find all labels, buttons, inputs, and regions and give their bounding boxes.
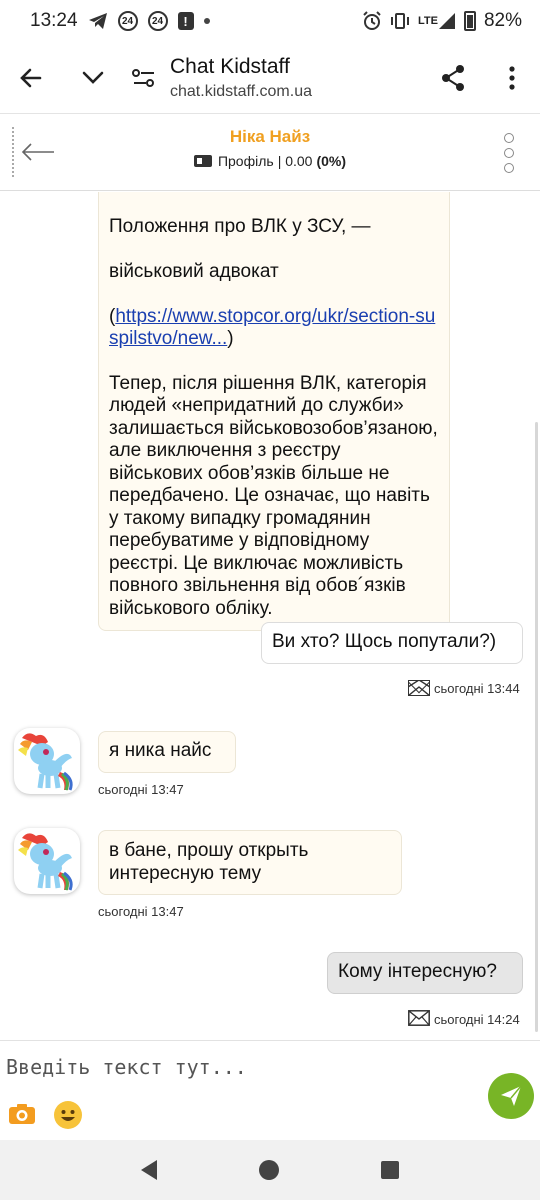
message-timestamp: сьогодні 13:47 xyxy=(98,782,184,797)
back-button[interactable] xyxy=(0,42,62,114)
minimize-button[interactable] xyxy=(62,42,124,114)
message-bubble-incoming: Положення про ВЛК у ЗСУ, — військовий ад… xyxy=(98,192,450,631)
menu-button[interactable] xyxy=(484,42,540,114)
message-text: я ника найс xyxy=(109,740,212,761)
chevron-down-icon xyxy=(82,71,104,84)
battery-icon xyxy=(463,11,476,31)
message-text: Тепер, після рішення ВЛК, категорія люде… xyxy=(109,372,438,619)
smiley-icon xyxy=(55,1102,81,1128)
envelope-open-icon xyxy=(408,680,430,696)
camera-button[interactable] xyxy=(8,1103,36,1125)
chat-options-button[interactable] xyxy=(502,133,516,173)
contact-name[interactable]: Ніка Найз xyxy=(0,127,540,147)
camera-icon xyxy=(9,1104,35,1124)
message-bubble-incoming: в бане, прошу открыть интересную тему xyxy=(98,830,402,895)
chat-header: Ніка Найз Профіль | 0.00 (0%) xyxy=(0,115,540,191)
more-vertical-icon xyxy=(509,65,515,90)
arrow-left-icon xyxy=(20,68,42,87)
system-navigation-bar xyxy=(0,1140,540,1200)
more-notifications-dot-icon xyxy=(203,18,210,24)
id-card-icon xyxy=(193,155,212,167)
message-text: в бане, прошу открыть интересную тему xyxy=(109,840,309,884)
send-button[interactable] xyxy=(488,1073,534,1119)
rating-percent: (0%) xyxy=(316,153,347,169)
avatar[interactable] xyxy=(14,828,80,894)
nav-recents-button[interactable] xyxy=(381,1161,399,1179)
rating-value: | 0.00 xyxy=(277,153,313,169)
nav-home-button[interactable] xyxy=(259,1160,279,1180)
message-timestamp: сьогодні 13:44 xyxy=(408,680,520,696)
message-composer xyxy=(0,1040,540,1140)
envelope-icon xyxy=(408,1010,430,1029)
article-link[interactable]: https://www.stopcor.org/ukr/section-susp… xyxy=(109,306,435,350)
share-button[interactable] xyxy=(422,42,484,114)
message-bubble-outgoing: Кому інтересную? xyxy=(327,952,523,994)
pony-avatar-icon xyxy=(18,733,73,791)
telegram-icon xyxy=(88,12,108,30)
browser-toolbar: Chat Kidstaff chat.kidstaff.com.ua xyxy=(0,42,540,114)
battery-percent: 82% xyxy=(483,10,522,31)
nav-back-button[interactable] xyxy=(141,1160,157,1180)
message-list[interactable]: Положення про ВЛК у ЗСУ, — військовий ад… xyxy=(0,192,540,1040)
vibrate-icon xyxy=(390,12,410,30)
message-input[interactable] xyxy=(6,1049,466,1085)
page-title: Chat Kidstaff xyxy=(170,54,290,78)
page-url: chat.kidstaff.com.ua xyxy=(170,82,312,100)
emoji-button[interactable] xyxy=(54,1101,82,1129)
message-bubble-outgoing: Ви хто? Щось попутали?) xyxy=(261,622,523,664)
share-icon xyxy=(442,64,464,91)
profile-link[interactable]: Профіль xyxy=(218,153,274,169)
message-text-line: військовий адвокат xyxy=(109,260,279,282)
dot-icon xyxy=(504,163,514,173)
scrollbar[interactable] xyxy=(535,422,538,1032)
message-text: Ви хто? Щось попутали?) xyxy=(272,631,497,652)
avatar[interactable] xyxy=(14,728,80,794)
tune-icon xyxy=(132,68,154,87)
alert-icon: ! xyxy=(177,12,194,30)
message-text-line: Положення про ВЛК у ЗСУ, — xyxy=(109,215,371,237)
page-title-area[interactable]: Chat Kidstaff chat.kidstaff.com.ua xyxy=(164,55,422,101)
contact-profile-line: Профіль | 0.00 (0%) xyxy=(0,153,540,169)
notification-badge-icon: 24 xyxy=(147,11,168,31)
message-text: Кому інтересную? xyxy=(338,961,497,982)
lte-signal-icon: LTE xyxy=(418,12,456,30)
pony-avatar-icon xyxy=(18,833,73,891)
dot-icon xyxy=(504,133,514,143)
dot-icon xyxy=(504,148,514,158)
message-timestamp: сьогодні 13:47 xyxy=(98,904,184,919)
message-timestamp: сьогодні 14:24 xyxy=(408,1010,520,1029)
send-icon xyxy=(501,1085,522,1106)
alarm-icon xyxy=(362,11,382,31)
status-bar: 13:24 24 24 ! LTE 82% xyxy=(0,0,540,42)
site-settings-button[interactable] xyxy=(124,42,164,114)
clock: 13:24 xyxy=(30,10,78,31)
notification-badge-icon: 24 xyxy=(117,11,138,31)
message-bubble-incoming: я ника найс xyxy=(98,731,236,773)
